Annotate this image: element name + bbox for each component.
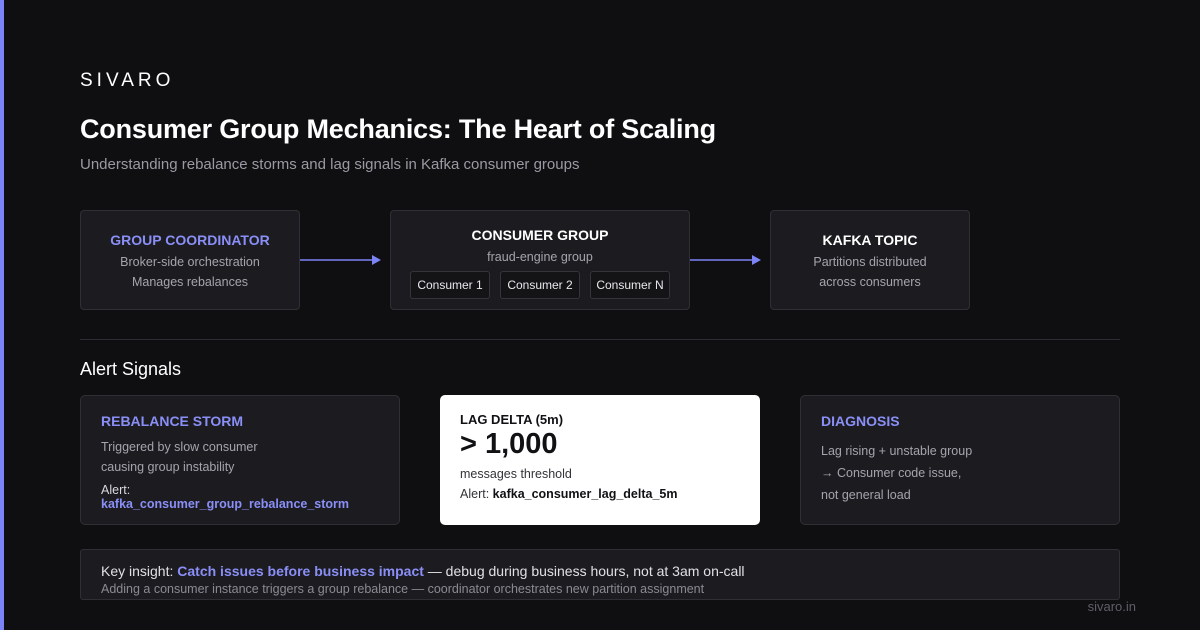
- lag-delta-title: LAG DELTA (5m): [460, 412, 564, 427]
- page-title: Consumer Group Mechanics: The Heart of S…: [80, 114, 716, 144]
- diagnosis-line: Lag rising + unstable group: [821, 444, 973, 458]
- lag-delta-alert: Alert: kafka_consumer_lag_delta_5m: [460, 487, 740, 501]
- rebalance-storm-line: Triggered by slow consumer: [101, 440, 258, 454]
- diagnosis-line: → Consumer code issue,: [821, 466, 962, 480]
- group-coordinator-line: Manages rebalances: [131, 275, 249, 289]
- diagnosis-line: not general load: [821, 488, 911, 502]
- consumer-group-title: CONSUMER GROUP: [471, 227, 609, 243]
- consumer-chip: Consumer 1: [410, 271, 490, 299]
- key-insight-sub: Adding a consumer instance triggers a gr…: [101, 582, 705, 596]
- rebalance-storm-alert: Alert: kafka_consumer_group_rebalance_st…: [101, 483, 379, 511]
- rebalance-storm-title: REBALANCE STORM: [101, 413, 244, 429]
- diagnosis-title: DIAGNOSIS: [821, 413, 900, 429]
- group-coordinator-box: GROUP COORDINATOR Broker-side orchestrat…: [80, 210, 300, 310]
- arrow-group-to-topic: [690, 255, 761, 265]
- rebalance-storm-line: causing group instability: [101, 460, 235, 474]
- key-insight-prefix: Key insight:: [101, 563, 174, 579]
- alert-prefix: Alert:: [101, 483, 131, 497]
- kafka-topic-box: KAFKA TOPIC Partitions distributed acros…: [770, 210, 970, 310]
- group-coordinator-line: Broker-side orchestration: [120, 255, 260, 269]
- lag-delta-metric: kafka_consumer_lag_delta_5m: [492, 487, 678, 501]
- brand-logo: SIVARO: [80, 70, 175, 91]
- rebalance-storm-metric: kafka_consumer_group_rebalance_storm: [101, 497, 350, 511]
- lag-delta-card: LAG DELTA (5m) > 1,000 messages threshol…: [440, 395, 760, 525]
- kafka-topic-line: across consumers: [819, 275, 921, 289]
- consumer-group-subtitle: fraud-engine group: [487, 250, 593, 264]
- alert-prefix: Alert:: [460, 487, 490, 501]
- key-insight-rest: — debug during business hours, not at 3a…: [427, 563, 745, 579]
- alert-signals-heading: Alert Signals: [80, 359, 182, 379]
- consumer-chip: Consumer N: [590, 271, 670, 299]
- footer-url: sivaro.in: [1087, 599, 1136, 614]
- diagnosis-card: DIAGNOSIS Lag rising + unstable group → …: [800, 395, 1120, 525]
- consumer-group-box: CONSUMER GROUP fraud-engine group Consum…: [390, 210, 690, 310]
- lag-delta-value: > 1,000: [460, 428, 558, 460]
- lag-delta-caption: messages threshold: [460, 467, 572, 481]
- kafka-topic-line: Partitions distributed: [813, 255, 927, 269]
- section-divider: [80, 339, 1120, 340]
- rebalance-storm-card: REBALANCE STORM Triggered by slow consum…: [80, 395, 400, 525]
- key-insight-main: Key insight: Catch issues before busines…: [101, 562, 1099, 580]
- key-insight-banner: Key insight: Catch issues before busines…: [80, 549, 1120, 600]
- consumer-list: Consumer 1 Consumer 2 Consumer N: [391, 271, 689, 299]
- page-subtitle: Understanding rebalance storms and lag s…: [80, 156, 580, 173]
- key-insight-highlight: Catch issues before business impact: [177, 563, 424, 579]
- left-accent-bar: [0, 0, 4, 630]
- group-coordinator-title: GROUP COORDINATOR: [110, 232, 270, 248]
- arrow-coordinator-to-group: [300, 255, 381, 265]
- consumer-chip: Consumer 2: [500, 271, 580, 299]
- kafka-topic-title: KAFKA TOPIC: [822, 232, 918, 248]
